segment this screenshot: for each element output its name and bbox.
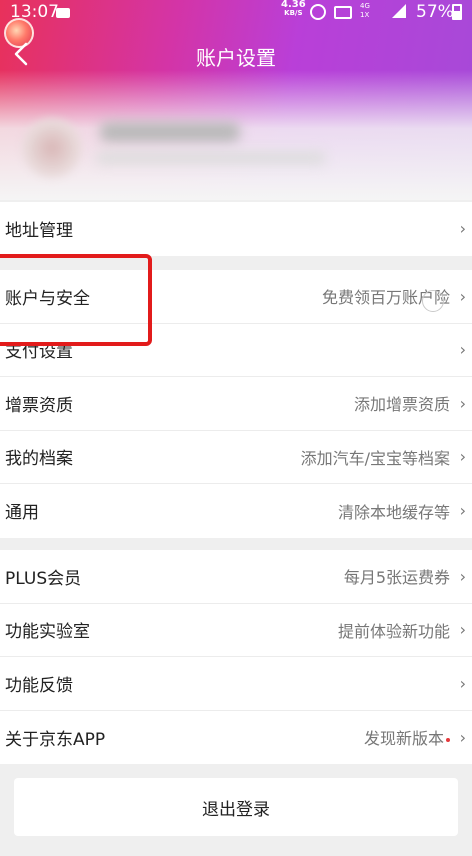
row-label: 功能反馈: [5, 675, 73, 696]
settings-group-account: 账户与安全 免费领百万账户险 › 支付设置 › 增票资质 添加增票资质 › 我的…: [0, 270, 472, 538]
chevron-right-icon: ›: [459, 393, 466, 413]
network-speed: 4.36 KB/S: [281, 0, 306, 18]
row-feature-lab[interactable]: 功能实验室 提前体验新功能 ›: [0, 604, 472, 657]
chevron-right-icon: ›: [459, 566, 466, 586]
row-payment-settings[interactable]: 支付设置 ›: [0, 324, 472, 377]
row-value: 添加增票资质: [353, 395, 450, 415]
row-value-text: 发现新版本: [363, 729, 444, 749]
row-label: 我的档案: [5, 449, 73, 470]
network-type-bottom: 1X: [360, 11, 370, 19]
page-title: 账户设置: [196, 46, 276, 70]
blurred-account-info: [96, 152, 326, 164]
settings-group-more: PLUS会员 每月5张运费券 › 功能实验室 提前体验新功能 › 功能反馈 › …: [0, 550, 472, 764]
row-invoice-qualification[interactable]: 增票资质 添加增票资质 ›: [0, 377, 472, 431]
chevron-right-icon: ›: [459, 620, 466, 640]
row-account-security[interactable]: 账户与安全 免费领百万账户险 ›: [0, 270, 472, 324]
row-value: 提前体验新功能: [337, 621, 450, 641]
row-label: 关于京东APP: [5, 729, 106, 750]
row-value: 清除本地缓存等: [337, 502, 450, 522]
chevron-right-icon: ›: [459, 673, 466, 693]
network-type: 4G 1X: [360, 2, 370, 20]
chevron-right-icon: ›: [459, 447, 466, 467]
settings-group-address: 地址管理 ›: [0, 202, 472, 256]
row-value: 每月5张运费券: [343, 568, 450, 588]
row-plus-member[interactable]: PLUS会员 每月5张运费券 ›: [0, 550, 472, 604]
status-bar: 13:07 4.36 KB/S 4G 1X 57%: [0, 0, 472, 48]
alarm-icon: [310, 4, 326, 20]
network-speed-unit: KB/S: [284, 9, 303, 17]
new-version-dot: [446, 737, 450, 742]
chevron-right-icon: ›: [459, 286, 466, 306]
chevron-right-icon: ›: [459, 219, 466, 239]
row-label: 通用: [5, 503, 39, 524]
row-label: 增票资质: [5, 395, 73, 416]
row-label: 地址管理: [5, 221, 73, 242]
row-value: 免费领百万账户险: [321, 288, 450, 308]
chevron-right-icon: ›: [459, 501, 466, 521]
avatar: [22, 118, 82, 178]
blurred-username: [100, 122, 240, 142]
message-icon: [56, 8, 70, 18]
row-address-management[interactable]: 地址管理 ›: [0, 202, 472, 256]
battery-icon: [452, 4, 462, 20]
row-label: 账户与安全: [5, 288, 90, 309]
network-speed-value: 4.36: [281, 0, 306, 10]
signal-icon: [392, 4, 406, 18]
row-about-app[interactable]: 关于京东APP 发现新版本 ›: [0, 711, 472, 765]
row-value: 发现新版本: [364, 725, 450, 749]
logout-button[interactable]: 退出登录: [14, 778, 458, 836]
row-feedback[interactable]: 功能反馈 ›: [0, 657, 472, 711]
cast-icon: [334, 6, 352, 19]
row-label: 功能实验室: [5, 622, 90, 643]
chevron-right-icon: ›: [459, 727, 466, 747]
row-general[interactable]: 通用 清除本地缓存等 ›: [0, 484, 472, 538]
network-type-top: 4G: [360, 2, 370, 10]
nav-bar: 账户设置: [0, 30, 472, 78]
row-my-profile[interactable]: 我的档案 添加汽车/宝宝等档案 ›: [0, 431, 472, 484]
logout-label: 退出登录: [202, 799, 270, 820]
profile-card[interactable]: [0, 92, 472, 200]
row-value: 添加汽车/宝宝等档案: [300, 448, 450, 468]
battery-percent: 57%: [416, 2, 454, 22]
chevron-right-icon: ›: [459, 340, 466, 360]
row-label: 支付设置: [5, 342, 73, 363]
row-label: PLUS会员: [5, 568, 82, 589]
